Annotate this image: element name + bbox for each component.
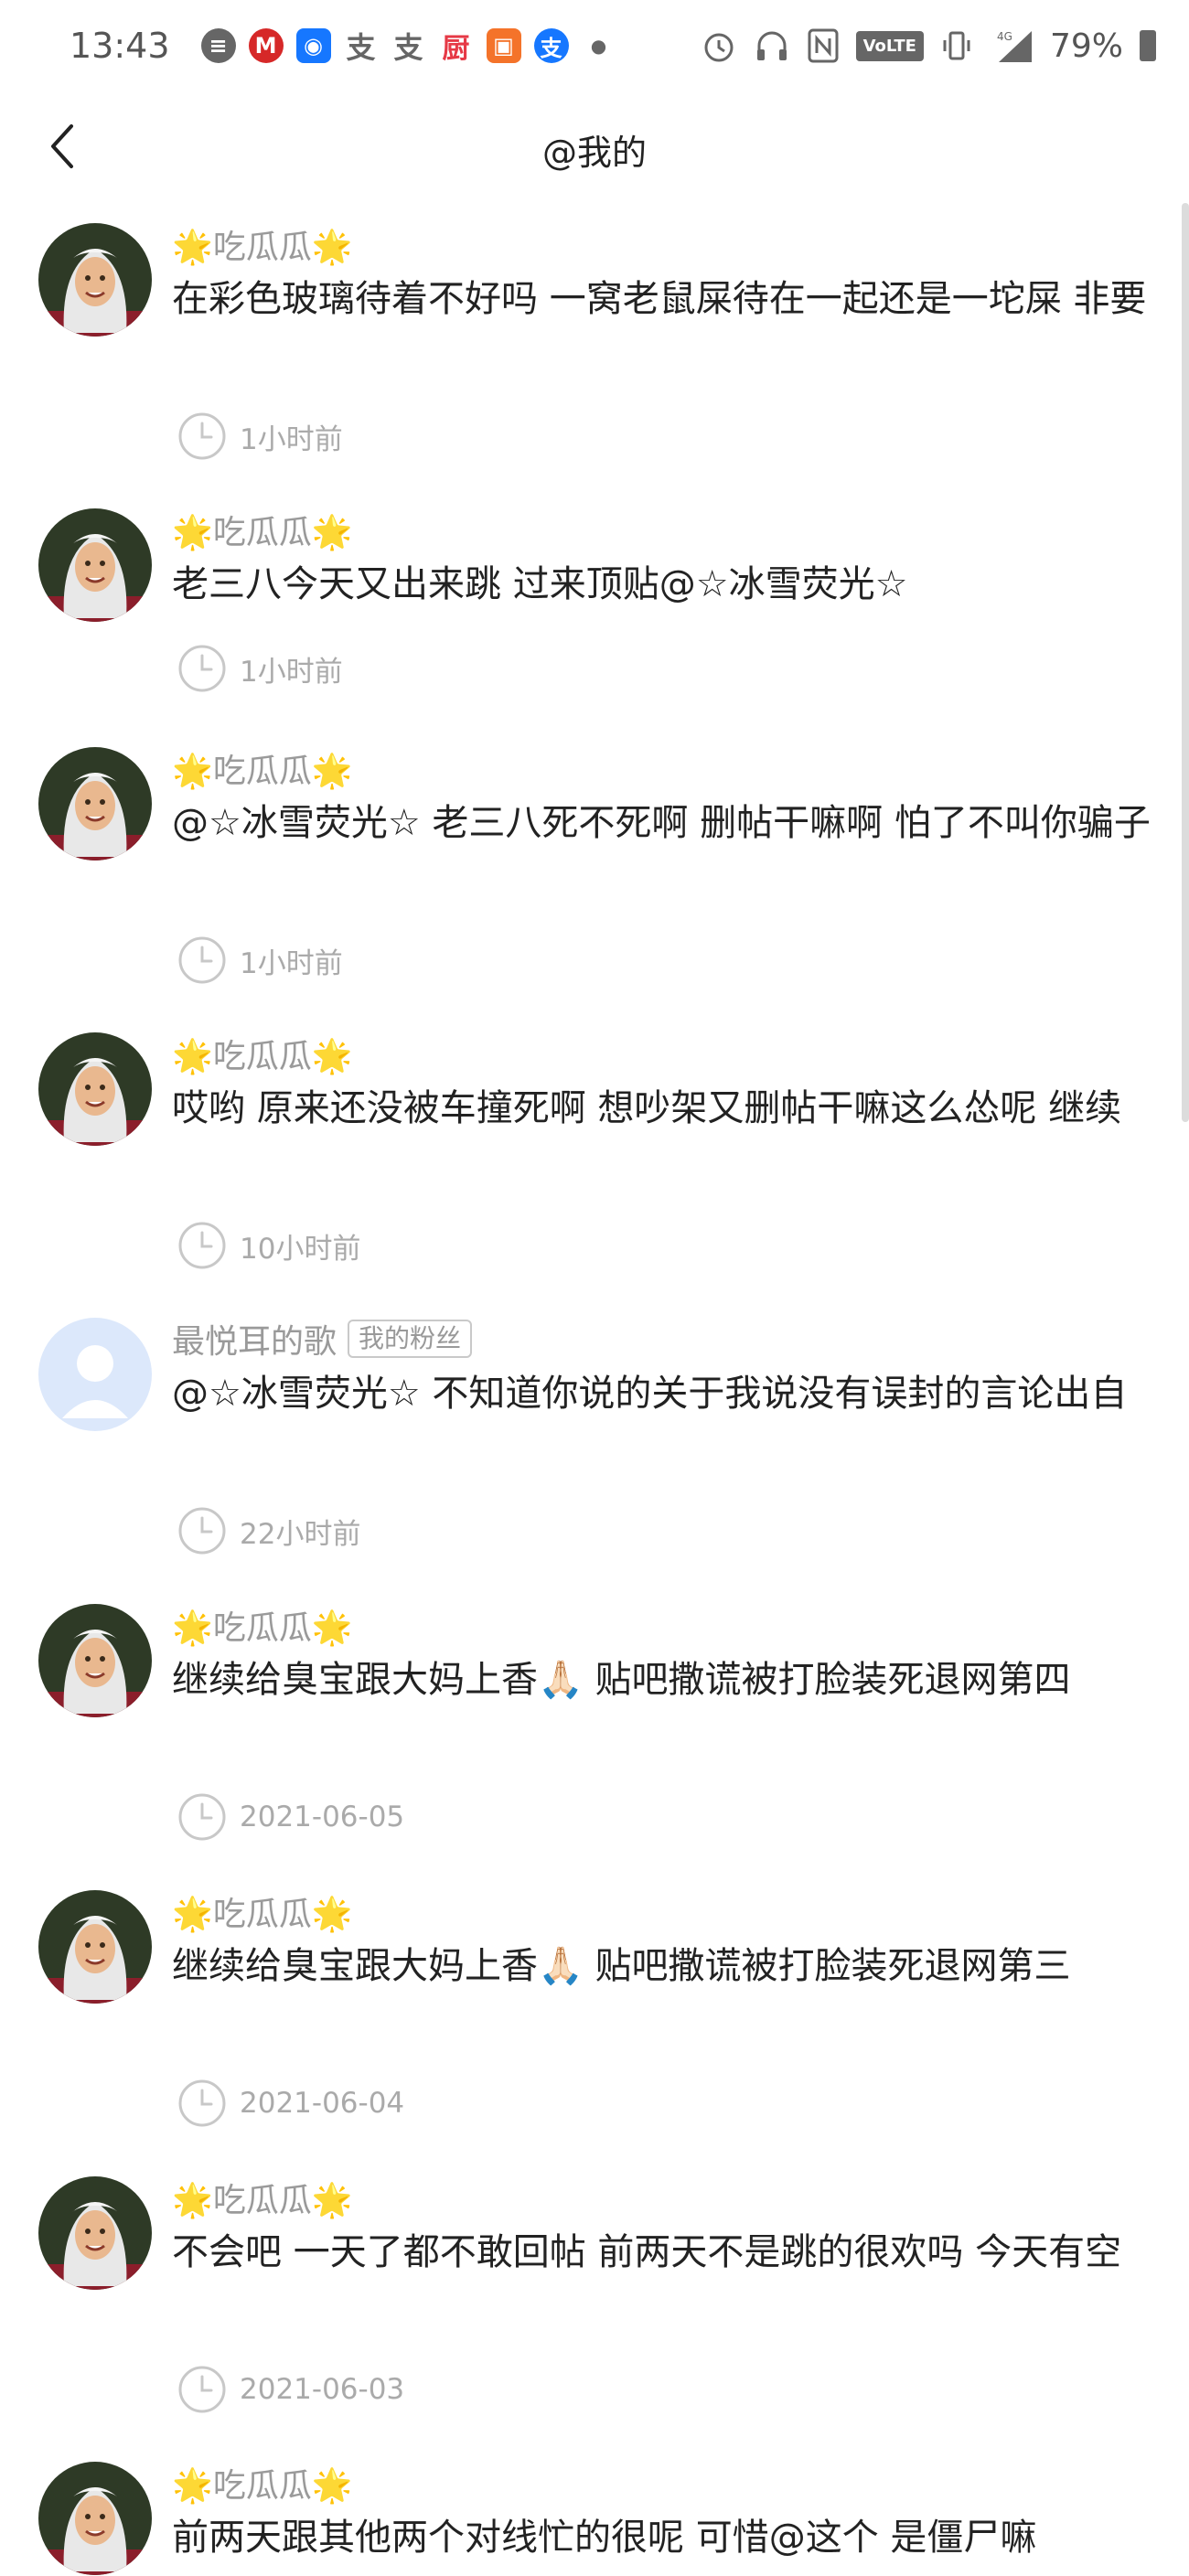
clock-icon	[178, 2366, 226, 2413]
username[interactable]: 🌟吃瓜瓜🌟	[172, 220, 353, 268]
username[interactable]: 🌟吃瓜瓜🌟	[172, 2174, 353, 2221]
user-avatar[interactable]	[38, 2462, 152, 2575]
name-row: 🌟吃瓜瓜🌟	[172, 2460, 353, 2506]
username[interactable]: 🌟吃瓜瓜🌟	[172, 506, 353, 553]
name-row: 🌟吃瓜瓜🌟	[172, 745, 353, 791]
kitchen-app-icon: 厨	[442, 33, 470, 65]
alarm-icon	[704, 33, 734, 62]
username[interactable]: 🌟吃瓜瓜🌟	[172, 1601, 353, 1649]
time-row: 22小时前	[177, 1506, 360, 1555]
comment-text[interactable]: @☆冰雪荧光☆ 不知道你说的关于我说没有误封的言论出自	[172, 1369, 1160, 1418]
more-dot-icon: ●	[590, 35, 607, 57]
default-avatar[interactable]	[38, 1318, 152, 1431]
scrollbar[interactable]	[1182, 203, 1189, 1122]
timestamp: 10小时前	[240, 1232, 361, 1266]
name-row: 最悦耳的歌 我的粉丝	[172, 1315, 473, 1363]
bus-app-icon: ▣	[486, 28, 521, 63]
username[interactable]: 🌟吃瓜瓜🌟	[172, 1030, 353, 1077]
timestamp: 2021-06-05	[240, 1801, 405, 1833]
alipay-icon: 支	[393, 30, 423, 65]
name-row: 🌟吃瓜瓜🌟	[172, 1031, 353, 1076]
alipay-icon: 支	[346, 30, 376, 65]
battery-percent: 79%	[1049, 27, 1123, 65]
message-app-icon: ◉	[295, 28, 331, 63]
timestamp: 1小时前	[240, 422, 343, 456]
clock-icon	[178, 1222, 226, 1269]
vibrate-icon	[943, 31, 970, 60]
comment-text[interactable]: 前两天跟其他两个对线忙的很呢 可惜@这个 是僵尸嘛	[172, 2513, 1160, 2562]
name-row: 🌟吃瓜瓜🌟	[172, 2175, 353, 2220]
user-avatar[interactable]	[38, 508, 152, 622]
status-bar-right: VoLTE 4G 79%	[701, 27, 1156, 65]
signal-4g-icon: 4G	[997, 30, 1032, 62]
comment-text[interactable]: 老三八今天又出来跳 过来顶贴@☆冰雪荧光☆	[172, 560, 1160, 609]
battery-icon	[1140, 30, 1156, 61]
clock-icon	[178, 412, 226, 460]
volte-badge: VoLTE	[855, 30, 924, 61]
time-row: 10小时前	[177, 1221, 360, 1270]
time-row: 2021-06-05	[177, 1792, 404, 1842]
alipay-blue-icon: 支	[533, 28, 569, 63]
top-nav-bar: @我的	[0, 91, 1189, 210]
username[interactable]: 最悦耳的歌	[172, 1315, 337, 1363]
time-row: 1小时前	[177, 644, 343, 693]
name-row: 🌟吃瓜瓜🌟	[172, 221, 353, 267]
clock-icon	[178, 936, 226, 984]
comment-text[interactable]: 哎哟 原来还没被车撞死啊 想吵架又删帖干嘛这么怂呢 继续	[172, 1084, 1160, 1133]
user-avatar[interactable]	[38, 1032, 152, 1146]
comment-text[interactable]: 在彩色玻璃待着不好吗 一窝老鼠屎待在一起还是一坨屎 非要	[172, 274, 1160, 324]
comment-text[interactable]: 不会吧 一天了都不敢回帖 前两天不是跳的很欢吗 今天有空	[172, 2228, 1160, 2277]
user-avatar[interactable]	[38, 1890, 152, 2004]
timestamp: 22小时前	[240, 1517, 361, 1551]
clock-icon	[178, 1507, 226, 1555]
time-row: 2021-06-03	[177, 2365, 404, 2414]
status-time: 13:43	[70, 26, 170, 66]
headphones-icon	[756, 31, 787, 60]
name-row: 🌟吃瓜瓜🌟	[172, 507, 353, 552]
fan-badge: 我的粉丝	[348, 1320, 473, 1358]
name-row: 🌟吃瓜瓜🌟	[172, 1888, 353, 1934]
status-bar: 13:43 ≡ M ◉ 支 支 厨 ▣ 支 ● VoLTE 4G 79%	[0, 0, 1189, 91]
username[interactable]: 🌟吃瓜瓜🌟	[172, 744, 353, 792]
metro-app-icon: M	[248, 28, 284, 63]
user-avatar[interactable]	[38, 223, 152, 337]
chat-notification-icon: ≡	[200, 28, 236, 63]
timestamp: 2021-06-04	[240, 2087, 405, 2120]
clock-icon	[178, 2079, 226, 2127]
username[interactable]: 🌟吃瓜瓜🌟	[172, 1887, 353, 1935]
time-row: 1小时前	[177, 935, 343, 985]
username[interactable]: 🌟吃瓜瓜🌟	[172, 2459, 353, 2507]
nfc-icon	[808, 28, 839, 63]
comment-text[interactable]: @☆冰雪荧光☆ 老三八死不死啊 删帖干嘛啊 怕了不叫你骗子	[172, 798, 1160, 848]
comment-text[interactable]: 继续给臭宝跟大妈上香🙏🏻 贴吧撒谎被打脸装死退网第三	[172, 1941, 1160, 1991]
time-row: 1小时前	[177, 412, 343, 461]
timestamp: 1小时前	[240, 946, 343, 980]
comment-text[interactable]: 继续给臭宝跟大妈上香🙏🏻 贴吧撒谎被打脸装死退网第四	[172, 1655, 1160, 1705]
user-avatar[interactable]	[38, 747, 152, 860]
timestamp: 2021-06-03	[240, 2373, 405, 2406]
name-row: 🌟吃瓜瓜🌟	[172, 1602, 353, 1648]
user-avatar[interactable]	[38, 2176, 152, 2290]
svg-text:4G: 4G	[997, 30, 1012, 43]
user-avatar[interactable]	[38, 1604, 152, 1717]
time-row: 2021-06-04	[177, 2079, 404, 2128]
clock-icon	[178, 1793, 226, 1841]
page-title: @我的	[541, 133, 647, 173]
status-bar-left: 13:43 ≡ M ◉ 支 支 厨 ▣ 支 ●	[70, 26, 616, 66]
clock-icon	[178, 645, 226, 692]
timestamp: 1小时前	[240, 655, 343, 689]
